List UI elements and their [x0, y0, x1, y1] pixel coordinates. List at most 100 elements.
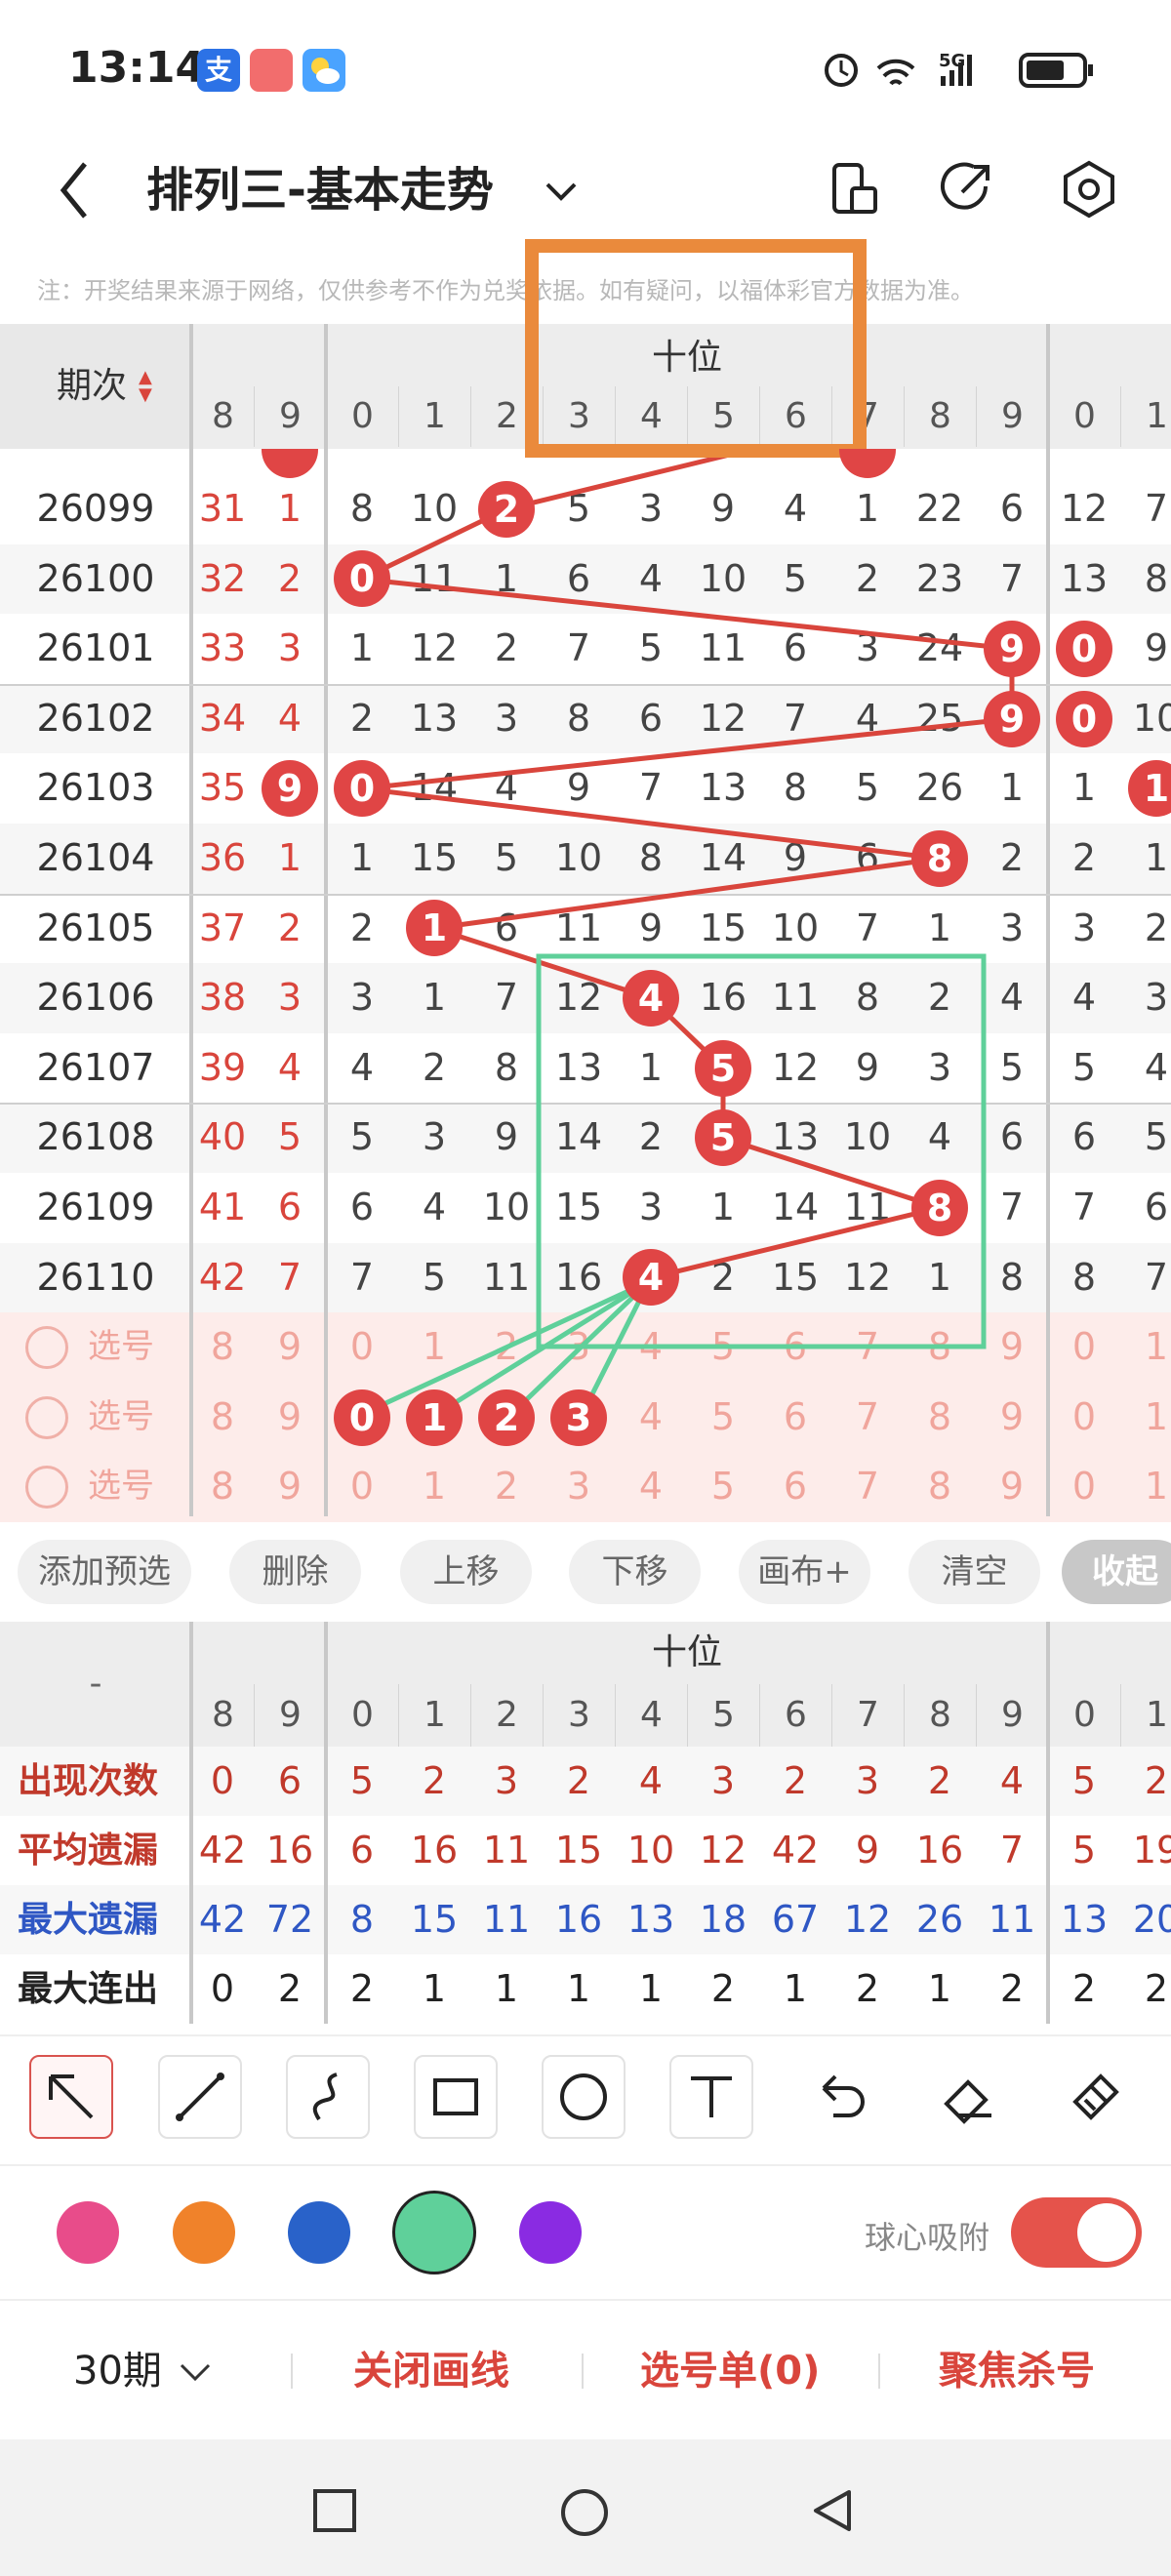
stats-column-digit: 8	[191, 1684, 254, 1747]
select-digit[interactable]: 7	[831, 1452, 904, 1522]
color-orange-swatch[interactable]	[173, 2201, 235, 2264]
stats-value: 0	[210, 1759, 235, 1802]
select-digit[interactable]: 2	[470, 1312, 543, 1383]
select-digit[interactable]: 0	[326, 1312, 398, 1383]
select-digit[interactable]: 6	[759, 1383, 831, 1453]
select-digit[interactable]: 1	[1120, 1312, 1171, 1383]
select-digit[interactable]: 8	[191, 1383, 254, 1453]
color-pink-swatch[interactable]	[57, 2201, 119, 2264]
select-digit[interactable]: 7	[831, 1312, 904, 1383]
stats-value: 2	[422, 1759, 447, 1802]
picked-ball[interactable]: 0	[334, 1389, 390, 1446]
select-digit[interactable]: 9	[976, 1452, 1048, 1522]
picked-ball[interactable]: 1	[406, 1389, 463, 1446]
toggle-knob	[1077, 2203, 1136, 2262]
stats-column-digit: 0	[326, 1684, 398, 1747]
brush-clear-icon[interactable]	[1056, 2059, 1136, 2139]
stats-value: 1	[638, 1967, 664, 2010]
back-nav-icon[interactable]	[808, 2486, 857, 2535]
close-draw-button[interactable]: 关闭画线	[353, 2344, 509, 2398]
select-digit[interactable]: 1	[398, 1312, 470, 1383]
stats-value: 1	[422, 1967, 447, 2010]
focus-kill-button[interactable]: 聚焦杀号	[939, 2344, 1095, 2398]
color-purple-swatch[interactable]	[519, 2201, 582, 2264]
add-preselect-button[interactable]: 添加预选	[18, 1540, 191, 1604]
toolbar-divider	[0, 2299, 1171, 2301]
select-digit[interactable]: 1	[1120, 1383, 1171, 1453]
omission-cell: 7	[999, 1186, 1025, 1228]
select-radio[interactable]	[25, 1395, 68, 1439]
column-header-digit: 4	[615, 386, 687, 447]
select-digit[interactable]: 7	[831, 1383, 904, 1453]
line-tool-button[interactable]	[158, 2055, 242, 2139]
select-digit[interactable]: 5	[687, 1383, 759, 1453]
select-arrow-tool-button[interactable]	[29, 2055, 113, 2139]
text-tool-button[interactable]	[669, 2055, 753, 2139]
recent-apps-icon[interactable]	[310, 2486, 359, 2535]
select-digit[interactable]: 0	[326, 1452, 398, 1522]
omission-cell: 4	[927, 1115, 952, 1159]
move-up-button[interactable]: 上移	[400, 1540, 532, 1604]
line-icon	[176, 2073, 224, 2121]
select-digit[interactable]: 2	[470, 1452, 543, 1522]
sort-icon[interactable]: ▲ ▼	[139, 369, 158, 408]
select-digit[interactable]: 8	[904, 1383, 976, 1453]
undo-icon[interactable]	[800, 2059, 880, 2139]
stats-column-digit: 3	[543, 1684, 615, 1747]
select-digit[interactable]: 9	[254, 1452, 326, 1522]
select-digit[interactable]: 4	[615, 1383, 687, 1453]
hit-ball: 5	[695, 1109, 751, 1167]
omission-cell: 41	[198, 1186, 247, 1228]
home-icon[interactable]	[558, 2486, 611, 2539]
color-green-swatch[interactable]	[392, 2191, 476, 2274]
collapse-button[interactable]: 收起	[1062, 1540, 1171, 1604]
omission-cell: 12	[1060, 487, 1109, 530]
canvas-plus-button[interactable]: 画布+	[739, 1540, 870, 1604]
select-digit[interactable]: 9	[254, 1312, 326, 1383]
clear-button[interactable]: 清空	[909, 1540, 1040, 1604]
select-digit[interactable]: 8	[191, 1452, 254, 1522]
omission-cell: 8	[638, 836, 664, 879]
hit-ball: 0	[334, 760, 390, 818]
omission-cell: 10	[1132, 696, 1171, 740]
picked-ball[interactable]: 2	[478, 1389, 535, 1446]
delete-button[interactable]: 删除	[229, 1540, 361, 1604]
select-digit[interactable]: 5	[687, 1452, 759, 1522]
select-digit[interactable]: 3	[543, 1452, 615, 1522]
select-digit[interactable]: 4	[615, 1452, 687, 1522]
snap-toggle[interactable]	[1011, 2197, 1142, 2268]
select-digit[interactable]: 0	[1048, 1312, 1120, 1383]
period-select[interactable]: 30期	[73, 2344, 162, 2398]
select-radio[interactable]	[25, 1326, 68, 1370]
select-digit[interactable]: 9	[976, 1312, 1048, 1383]
circle-tool-button[interactable]	[542, 2055, 626, 2139]
select-digit[interactable]: 3	[543, 1312, 615, 1383]
rectangle-tool-button[interactable]	[414, 2055, 498, 2139]
stats-row-label: 平均遗漏	[18, 1831, 159, 1871]
move-down-button[interactable]: 下移	[569, 1540, 701, 1604]
omission-cell: 2	[999, 836, 1025, 879]
select-digit[interactable]: 1	[398, 1452, 470, 1522]
issue-header-cell[interactable]: 期次	[0, 324, 191, 449]
select-digit[interactable]: 0	[1048, 1383, 1120, 1453]
select-digit[interactable]: 5	[687, 1312, 759, 1383]
stats-value: 18	[699, 1898, 747, 1941]
select-digit[interactable]: 9	[976, 1383, 1048, 1453]
picked-ball[interactable]: 3	[550, 1389, 607, 1446]
curve-tool-button[interactable]	[286, 2055, 370, 2139]
select-digit[interactable]: 8	[191, 1312, 254, 1383]
select-digit[interactable]: 9	[254, 1383, 326, 1453]
select-digit[interactable]: 0	[1048, 1452, 1120, 1522]
select-digit[interactable]: 8	[904, 1312, 976, 1383]
select-digit[interactable]: 8	[904, 1452, 976, 1522]
select-digit[interactable]: 6	[759, 1312, 831, 1383]
select-digit[interactable]: 1	[1120, 1452, 1171, 1522]
omission-cell: 24	[915, 626, 964, 670]
chevron-down-icon[interactable]	[176, 2355, 215, 2389]
pick-list-button[interactable]: 选号单(0)	[640, 2344, 820, 2398]
select-digit[interactable]: 6	[759, 1452, 831, 1522]
color-blue-swatch[interactable]	[288, 2201, 350, 2264]
select-digit[interactable]: 4	[615, 1312, 687, 1383]
omission-cell: 2	[710, 1255, 736, 1299]
eraser-icon[interactable]	[929, 2059, 1009, 2139]
